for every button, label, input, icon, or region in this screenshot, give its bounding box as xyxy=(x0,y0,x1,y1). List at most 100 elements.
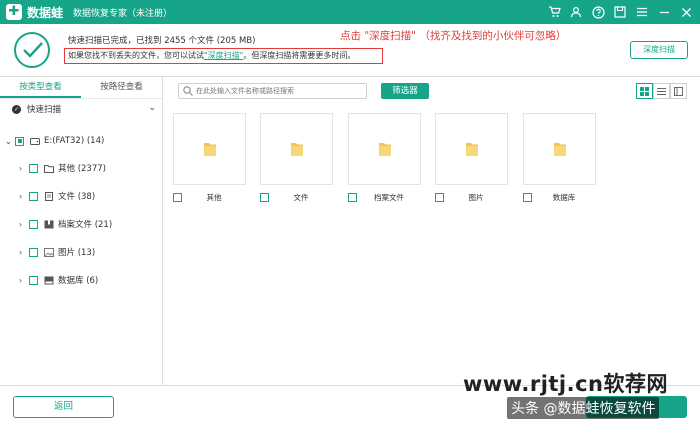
tree-item-label: 图片 (13) xyxy=(58,248,96,258)
folder-icon xyxy=(553,143,566,156)
chevron-right-icon[interactable]: › xyxy=(19,276,29,285)
tree-checkbox[interactable] xyxy=(29,163,38,173)
red-annotation: 点击 "深度扫描" （找齐及找到的小伙伴可忽略） xyxy=(340,30,567,42)
tree-checkbox[interactable] xyxy=(29,275,38,285)
drive-checkbox[interactable] xyxy=(15,136,24,146)
search-box[interactable] xyxy=(178,83,367,99)
tree-item-database[interactable]: › 数据库 (6) xyxy=(19,272,98,288)
tile-label-row: 档案文件 xyxy=(348,191,421,203)
tile-thumbnail[interactable] xyxy=(348,113,421,185)
file-type-grid: 其他 文件 档案文件 图片 数据库 xyxy=(163,103,700,385)
tile-database[interactable]: 数据库 xyxy=(523,113,596,203)
folder-icon xyxy=(378,143,391,156)
view-mode-switch xyxy=(636,83,687,99)
tile-label: 数据库 xyxy=(552,192,576,202)
tile-files[interactable]: 文件 xyxy=(260,113,333,203)
help-icon[interactable] xyxy=(590,4,606,20)
app-logo: ✚ 数据蛙 xyxy=(0,4,63,21)
title-bar: ✚ 数据蛙 数据恢复专家（未注册） xyxy=(0,0,700,24)
close-icon[interactable] xyxy=(678,4,694,20)
tree-item-label: 数据库 (6) xyxy=(58,276,99,286)
chevron-down-icon[interactable]: ⌄ xyxy=(148,103,156,113)
tile-checkbox[interactable] xyxy=(523,192,532,202)
scan-status-text: 快速扫描已完成，已找到 2455 个文件 (205 MB) xyxy=(68,36,256,46)
chevron-right-icon[interactable]: › xyxy=(19,220,29,229)
folder-icon xyxy=(44,164,54,173)
deep-scan-link[interactable]: "深度扫描" xyxy=(204,51,243,60)
deep-scan-button[interactable]: 深度扫描 xyxy=(630,41,688,59)
sidebar: 按类型查看 按路径查看 ✓ 快速扫描 ⌄ ⌄ E:(FAT32) (14) › … xyxy=(0,77,163,385)
tile-label-row: 文件 xyxy=(260,191,333,203)
tile-thumbnail[interactable] xyxy=(260,113,333,185)
chevron-right-icon[interactable]: › xyxy=(19,164,29,173)
tile-thumbnail[interactable] xyxy=(435,113,508,185)
tree-checkbox[interactable] xyxy=(29,191,38,201)
tile-checkbox[interactable] xyxy=(173,192,182,202)
drive-icon xyxy=(30,137,40,145)
tree-drive-e[interactable]: ⌄ E:(FAT32) (14) xyxy=(5,133,104,149)
tile-label-row: 数据库 xyxy=(523,191,596,203)
tree-item-files[interactable]: › 文件 (38) xyxy=(19,188,95,204)
drive-label: E:(FAT32) (14) xyxy=(44,136,105,146)
tile-label: 档案文件 xyxy=(374,192,404,202)
minimize-icon[interactable] xyxy=(656,4,672,20)
list-view-icon[interactable] xyxy=(653,83,670,99)
folder-icon xyxy=(465,143,478,156)
window-controls xyxy=(540,0,694,24)
app-title: 数据恢复专家（未注册） xyxy=(73,8,173,19)
tile-checkbox[interactable] xyxy=(435,192,444,202)
cart-icon[interactable] xyxy=(546,4,562,20)
tile-thumbnail[interactable] xyxy=(173,113,246,185)
tile-images[interactable]: 图片 xyxy=(435,113,508,203)
scan-result-header: 快速扫描已完成，已找到 2455 个文件 (205 MB) 如果您找不到丢失的文… xyxy=(0,24,700,76)
tree-item-label: 档案文件 (21) xyxy=(58,220,113,230)
chevron-right-icon[interactable]: › xyxy=(19,192,29,201)
search-input[interactable] xyxy=(196,87,366,95)
tip-suffix: 。但深度扫描将需要更多时间。 xyxy=(243,51,356,60)
quick-scan-label: 快速扫描 xyxy=(27,105,62,115)
save-icon[interactable] xyxy=(612,4,628,20)
brand-name: 数据蛙 xyxy=(27,5,64,20)
folder-icon xyxy=(290,143,303,156)
site-watermark: www.rjtj.cn软荐网 xyxy=(463,372,669,396)
grid-view-icon[interactable] xyxy=(636,83,653,99)
detail-view-icon[interactable] xyxy=(670,83,687,99)
tile-thumbnail[interactable] xyxy=(523,113,596,185)
user-icon[interactable] xyxy=(568,4,584,20)
filter-button[interactable]: 筛选器 xyxy=(381,83,429,99)
tile-label: 图片 xyxy=(468,192,484,202)
tree-checkbox[interactable] xyxy=(29,247,38,257)
chevron-down-icon[interactable]: ⌄ xyxy=(5,137,15,146)
folder-icon xyxy=(203,143,216,156)
back-button[interactable]: 返回 xyxy=(13,396,114,418)
tree-item-label: 文件 (38) xyxy=(58,192,96,202)
tile-label: 其他 xyxy=(206,192,222,202)
tree-item-other[interactable]: › 其他 (2377) xyxy=(19,160,106,176)
check-dot-icon: ✓ xyxy=(12,104,21,114)
logo-plus-icon: ✚ xyxy=(6,4,22,20)
tile-checkbox[interactable] xyxy=(260,192,269,202)
tree-item-images[interactable]: › 图片 (13) xyxy=(19,244,95,260)
scan-complete-check-icon xyxy=(14,32,50,68)
database-icon xyxy=(44,276,54,284)
search-icon xyxy=(183,86,193,96)
tree-item-archives[interactable]: › 档案文件 (21) xyxy=(19,216,112,232)
tile-label-row: 图片 xyxy=(435,191,508,203)
tile-checkbox[interactable] xyxy=(348,192,357,202)
tip-prefix: 如果您找不到丢失的文件，您可以试试 xyxy=(68,51,204,60)
chevron-right-icon[interactable]: › xyxy=(19,248,29,257)
tile-label: 文件 xyxy=(293,192,309,202)
tree-checkbox[interactable] xyxy=(29,219,38,229)
tile-archives[interactable]: 档案文件 xyxy=(348,113,421,203)
author-watermark: 头条 @数据蛙恢复软件 xyxy=(507,397,660,419)
tile-other[interactable]: 其他 xyxy=(173,113,246,203)
document-icon xyxy=(45,191,53,201)
menu-icon[interactable] xyxy=(634,4,650,20)
tab-by-path[interactable]: 按路径查看 xyxy=(81,77,162,98)
image-icon xyxy=(44,247,54,257)
tile-label-row: 其他 xyxy=(173,191,246,203)
deep-scan-tip: 如果您找不到丢失的文件，您可以试试"深度扫描"。但深度扫描将需要更多时间。 xyxy=(64,48,383,64)
tree-item-label: 其他 (2377) xyxy=(58,164,106,174)
tab-by-type[interactable]: 按类型查看 xyxy=(0,77,81,98)
quick-scan-row[interactable]: ✓ 快速扫描 ⌄ xyxy=(0,99,162,119)
